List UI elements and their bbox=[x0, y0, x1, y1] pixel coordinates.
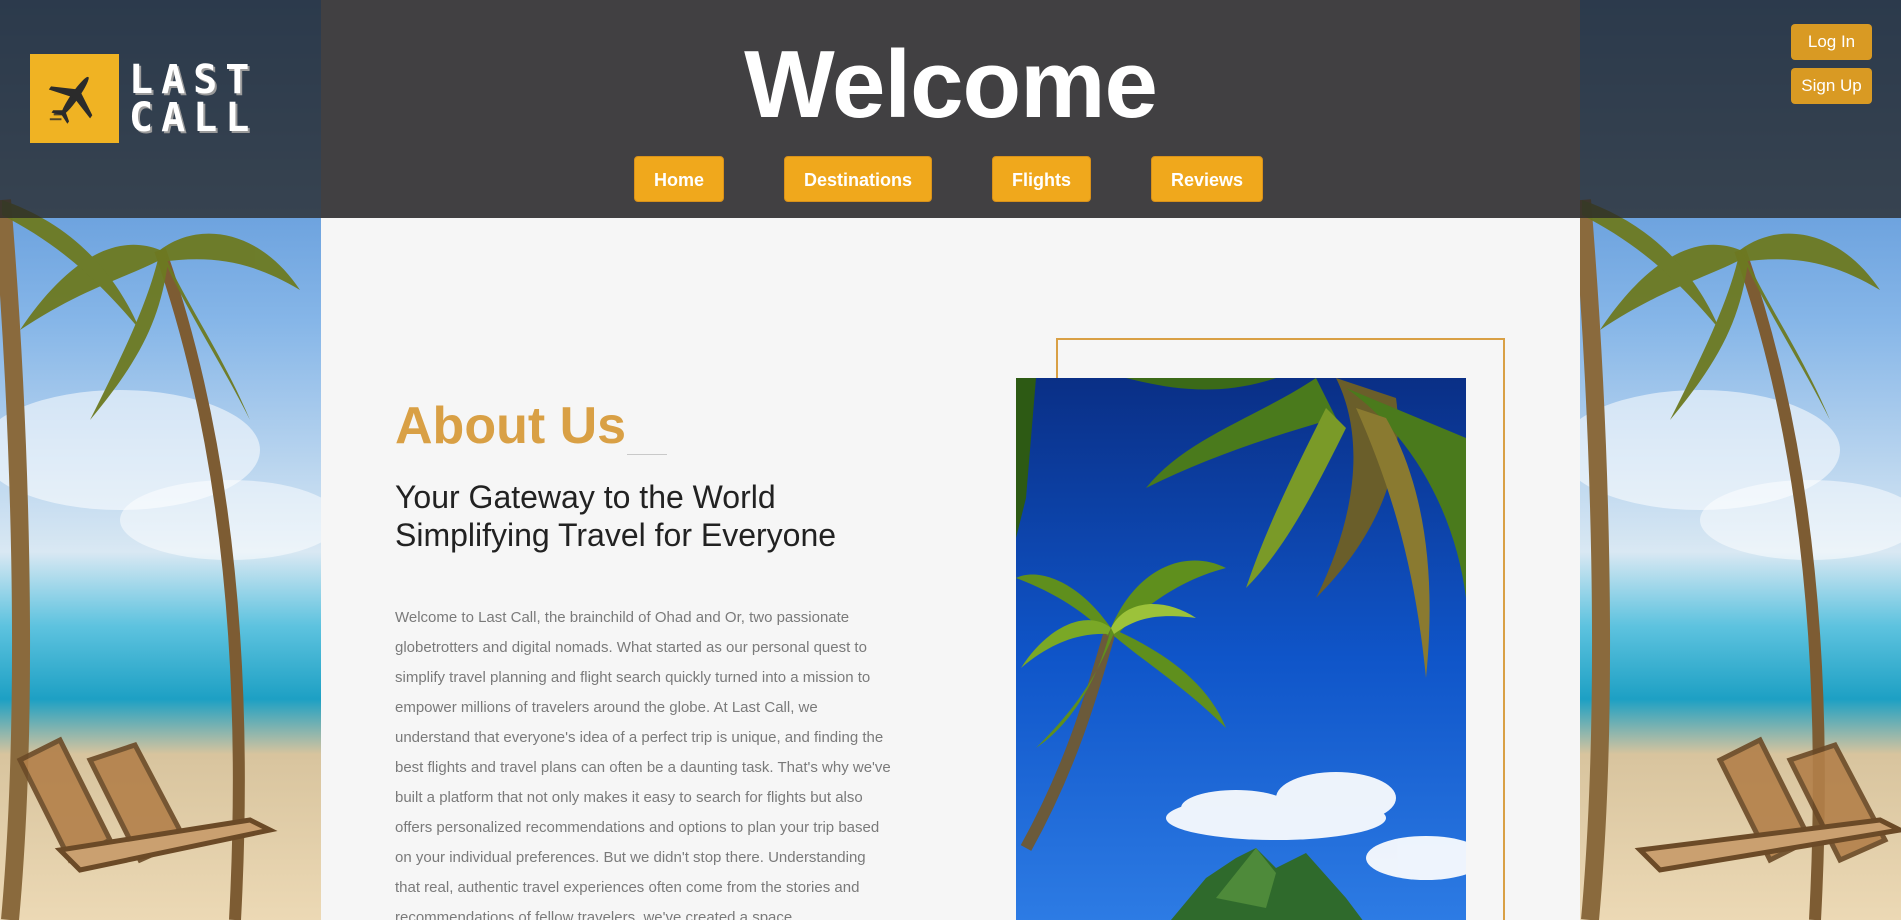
nav-destinations-button[interactable]: Destinations bbox=[784, 156, 932, 202]
signup-button[interactable]: Sign Up bbox=[1791, 68, 1872, 104]
page: LAST CALL Welcome Home Destinations Flig… bbox=[0, 0, 1901, 920]
nav-home-button[interactable]: Home bbox=[634, 156, 724, 202]
heading-divider bbox=[627, 454, 667, 455]
logo-line-1: LAST bbox=[129, 56, 258, 103]
page-title: Welcome bbox=[744, 31, 1158, 138]
subheading-line-1: Your Gateway to the World bbox=[395, 479, 776, 515]
airplane-icon bbox=[44, 65, 106, 132]
logo-line-2: CALL bbox=[129, 94, 258, 141]
subheading-line-2: Simplifying Travel for Everyone bbox=[395, 517, 837, 553]
nav-reviews-button[interactable]: Reviews bbox=[1151, 156, 1263, 202]
logo-badge bbox=[30, 54, 119, 143]
site-logo[interactable]: LAST CALL bbox=[30, 54, 257, 143]
nav-flights-button[interactable]: Flights bbox=[992, 156, 1091, 202]
about-heading: About Us bbox=[395, 397, 627, 455]
about-subheading: Your Gateway to the World Simplifying Tr… bbox=[395, 478, 955, 554]
about-body-text: Welcome to Last Call, the brainchild of … bbox=[395, 609, 891, 920]
about-section: About Us Your Gateway to the World Simpl… bbox=[321, 218, 1580, 920]
logo-wordmark: LAST CALL bbox=[129, 56, 258, 141]
tropical-photo bbox=[1016, 378, 1466, 920]
login-button[interactable]: Log In bbox=[1791, 24, 1872, 60]
